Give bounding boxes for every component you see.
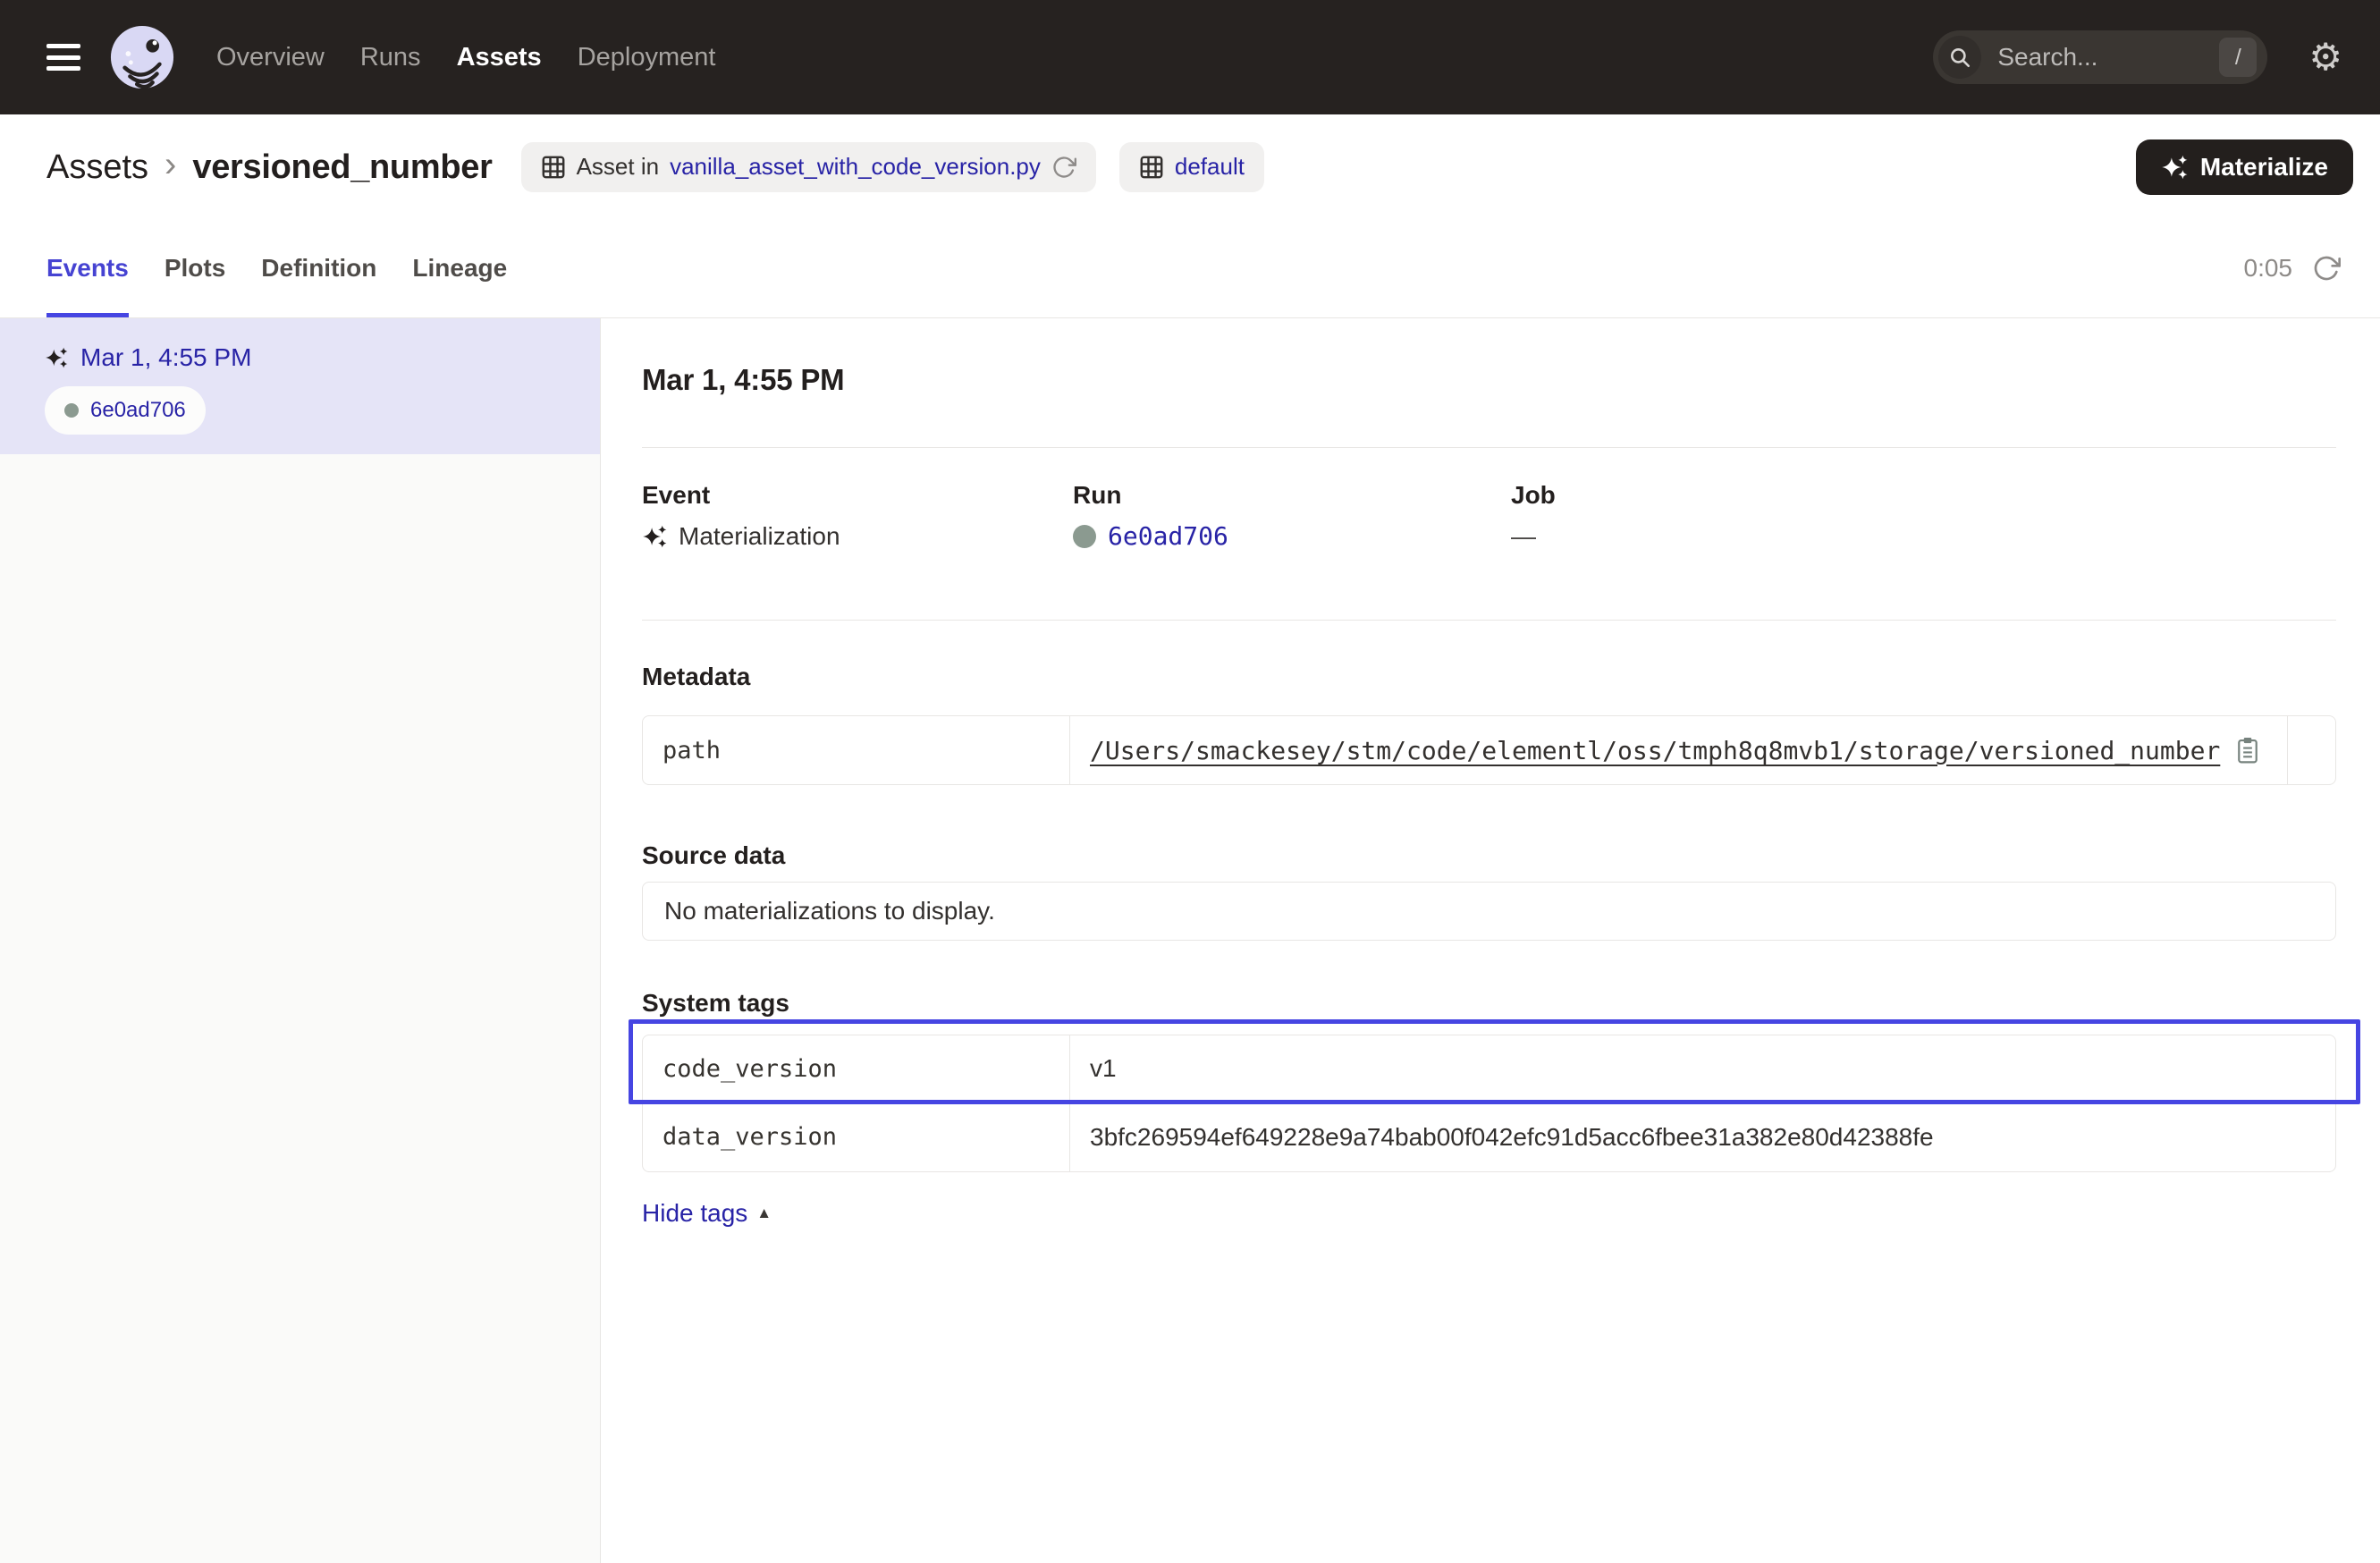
search-input[interactable] — [1997, 43, 2219, 72]
system-tags-heading: System tags — [642, 988, 2336, 1018]
event-detail-title: Mar 1, 4:55 PM — [642, 363, 2336, 397]
job-column-label: Job — [1511, 480, 1556, 511]
caret-up-icon: ▲ — [756, 1204, 772, 1222]
asset-group-pill[interactable]: default — [1119, 142, 1264, 192]
metadata-heading: Metadata — [642, 662, 2336, 692]
asset-pill-prefix: Asset in — [577, 153, 660, 181]
breadcrumb-current-asset: versioned_number — [192, 148, 492, 187]
group-grid-icon — [1139, 155, 1164, 180]
asset-definition-pill[interactable]: Asset in vanilla_asset_with_code_version… — [521, 142, 1096, 192]
tag-key-cell: code_version — [643, 1035, 1070, 1103]
primary-nav: Overview Runs Assets Deployment — [216, 43, 715, 72]
nav-item-assets[interactable]: Assets — [457, 43, 542, 72]
event-type-value: Materialization — [679, 521, 840, 552]
source-data-heading: Source data — [642, 841, 2336, 871]
divider — [642, 620, 2336, 621]
event-list-sidebar: Mar 1, 4:55 PM 6e0ad706 — [0, 318, 601, 1563]
run-status-dot — [64, 403, 79, 418]
run-status-dot — [1073, 525, 1096, 548]
tab-plots[interactable]: Plots — [165, 219, 225, 317]
materialization-sparkle-icon — [45, 346, 68, 369]
event-list-item-selected[interactable]: Mar 1, 4:55 PM 6e0ad706 — [0, 318, 600, 454]
event-timestamp: Mar 1, 4:55 PM — [80, 343, 251, 372]
run-column-label: Run — [1073, 480, 1511, 511]
materialization-sparkle-icon — [642, 524, 667, 549]
menu-icon[interactable] — [46, 44, 80, 71]
tag-value-cell: v1 — [1070, 1035, 2335, 1103]
divider — [642, 447, 2336, 448]
breadcrumb: Assets › versioned_number — [46, 147, 493, 187]
grid-icon — [541, 155, 566, 180]
copy-icon[interactable] — [2234, 734, 2263, 766]
tab-lineage[interactable]: Lineage — [412, 219, 507, 317]
system-tags-table: code_version v1 data_version 3bfc269594e… — [642, 1035, 2336, 1172]
tab-events[interactable]: Events — [46, 219, 129, 317]
refresh-icon[interactable] — [2312, 254, 2341, 283]
materialize-button[interactable]: Materialize — [2136, 139, 2353, 195]
search-box[interactable]: / — [1933, 30, 2267, 84]
run-id-label: 6e0ad706 — [90, 398, 186, 423]
refresh-countdown: 0:05 — [2244, 254, 2293, 283]
metadata-key-cell: path — [643, 716, 1070, 784]
job-empty-value: — — [1511, 521, 1536, 552]
tab-definition[interactable]: Definition — [261, 219, 376, 317]
nav-item-runs[interactable]: Runs — [360, 43, 421, 72]
reload-location-icon[interactable] — [1051, 155, 1076, 180]
run-id-pill[interactable]: 6e0ad706 — [45, 386, 206, 435]
gear-icon[interactable]: ⚙ — [2308, 38, 2342, 76]
asset-tabs-bar: Events Plots Definition Lineage 0:05 — [0, 219, 2380, 318]
code-location-link[interactable]: vanilla_asset_with_code_version.py — [670, 153, 1041, 181]
event-column-label: Event — [642, 480, 1073, 511]
tag-key-cell: data_version — [643, 1103, 1070, 1171]
hide-tags-link[interactable]: Hide tags ▲ — [642, 1199, 772, 1228]
event-detail-panel: Mar 1, 4:55 PM Event Materialization — [601, 318, 2380, 1563]
metadata-action-cell — [2288, 716, 2335, 784]
top-nav-bar: Overview Runs Assets Deployment / ⚙ — [0, 0, 2380, 114]
source-data-empty-state: No materializations to display. — [642, 882, 2336, 941]
chevron-right-icon: › — [165, 145, 176, 185]
nav-item-deployment[interactable]: Deployment — [578, 43, 716, 72]
tag-value-cell: 3bfc269594ef649228e9a74bab00f042efc91d5a… — [1070, 1103, 2335, 1171]
search-icon — [1938, 36, 1981, 79]
sparkle-icon — [2161, 154, 2188, 181]
materialize-label: Materialize — [2200, 153, 2328, 182]
breadcrumb-assets-link[interactable]: Assets — [46, 148, 148, 187]
asset-page-header: Assets › versioned_number Asset in vanil… — [0, 114, 2380, 219]
dagster-logo — [109, 24, 175, 90]
metadata-value-cell: /Users/smackesey/stm/code/elementl/oss/t… — [1070, 716, 2288, 784]
metadata-table: path /Users/smackesey/stm/code/elementl/… — [642, 715, 2336, 785]
path-link[interactable]: /Users/smackesey/stm/code/elementl/oss/t… — [1090, 736, 2220, 765]
search-shortcut-badge: / — [2219, 38, 2257, 77]
group-link[interactable]: default — [1175, 153, 1245, 181]
nav-item-overview[interactable]: Overview — [216, 43, 325, 72]
run-id-link[interactable]: 6e0ad706 — [1108, 521, 1228, 552]
